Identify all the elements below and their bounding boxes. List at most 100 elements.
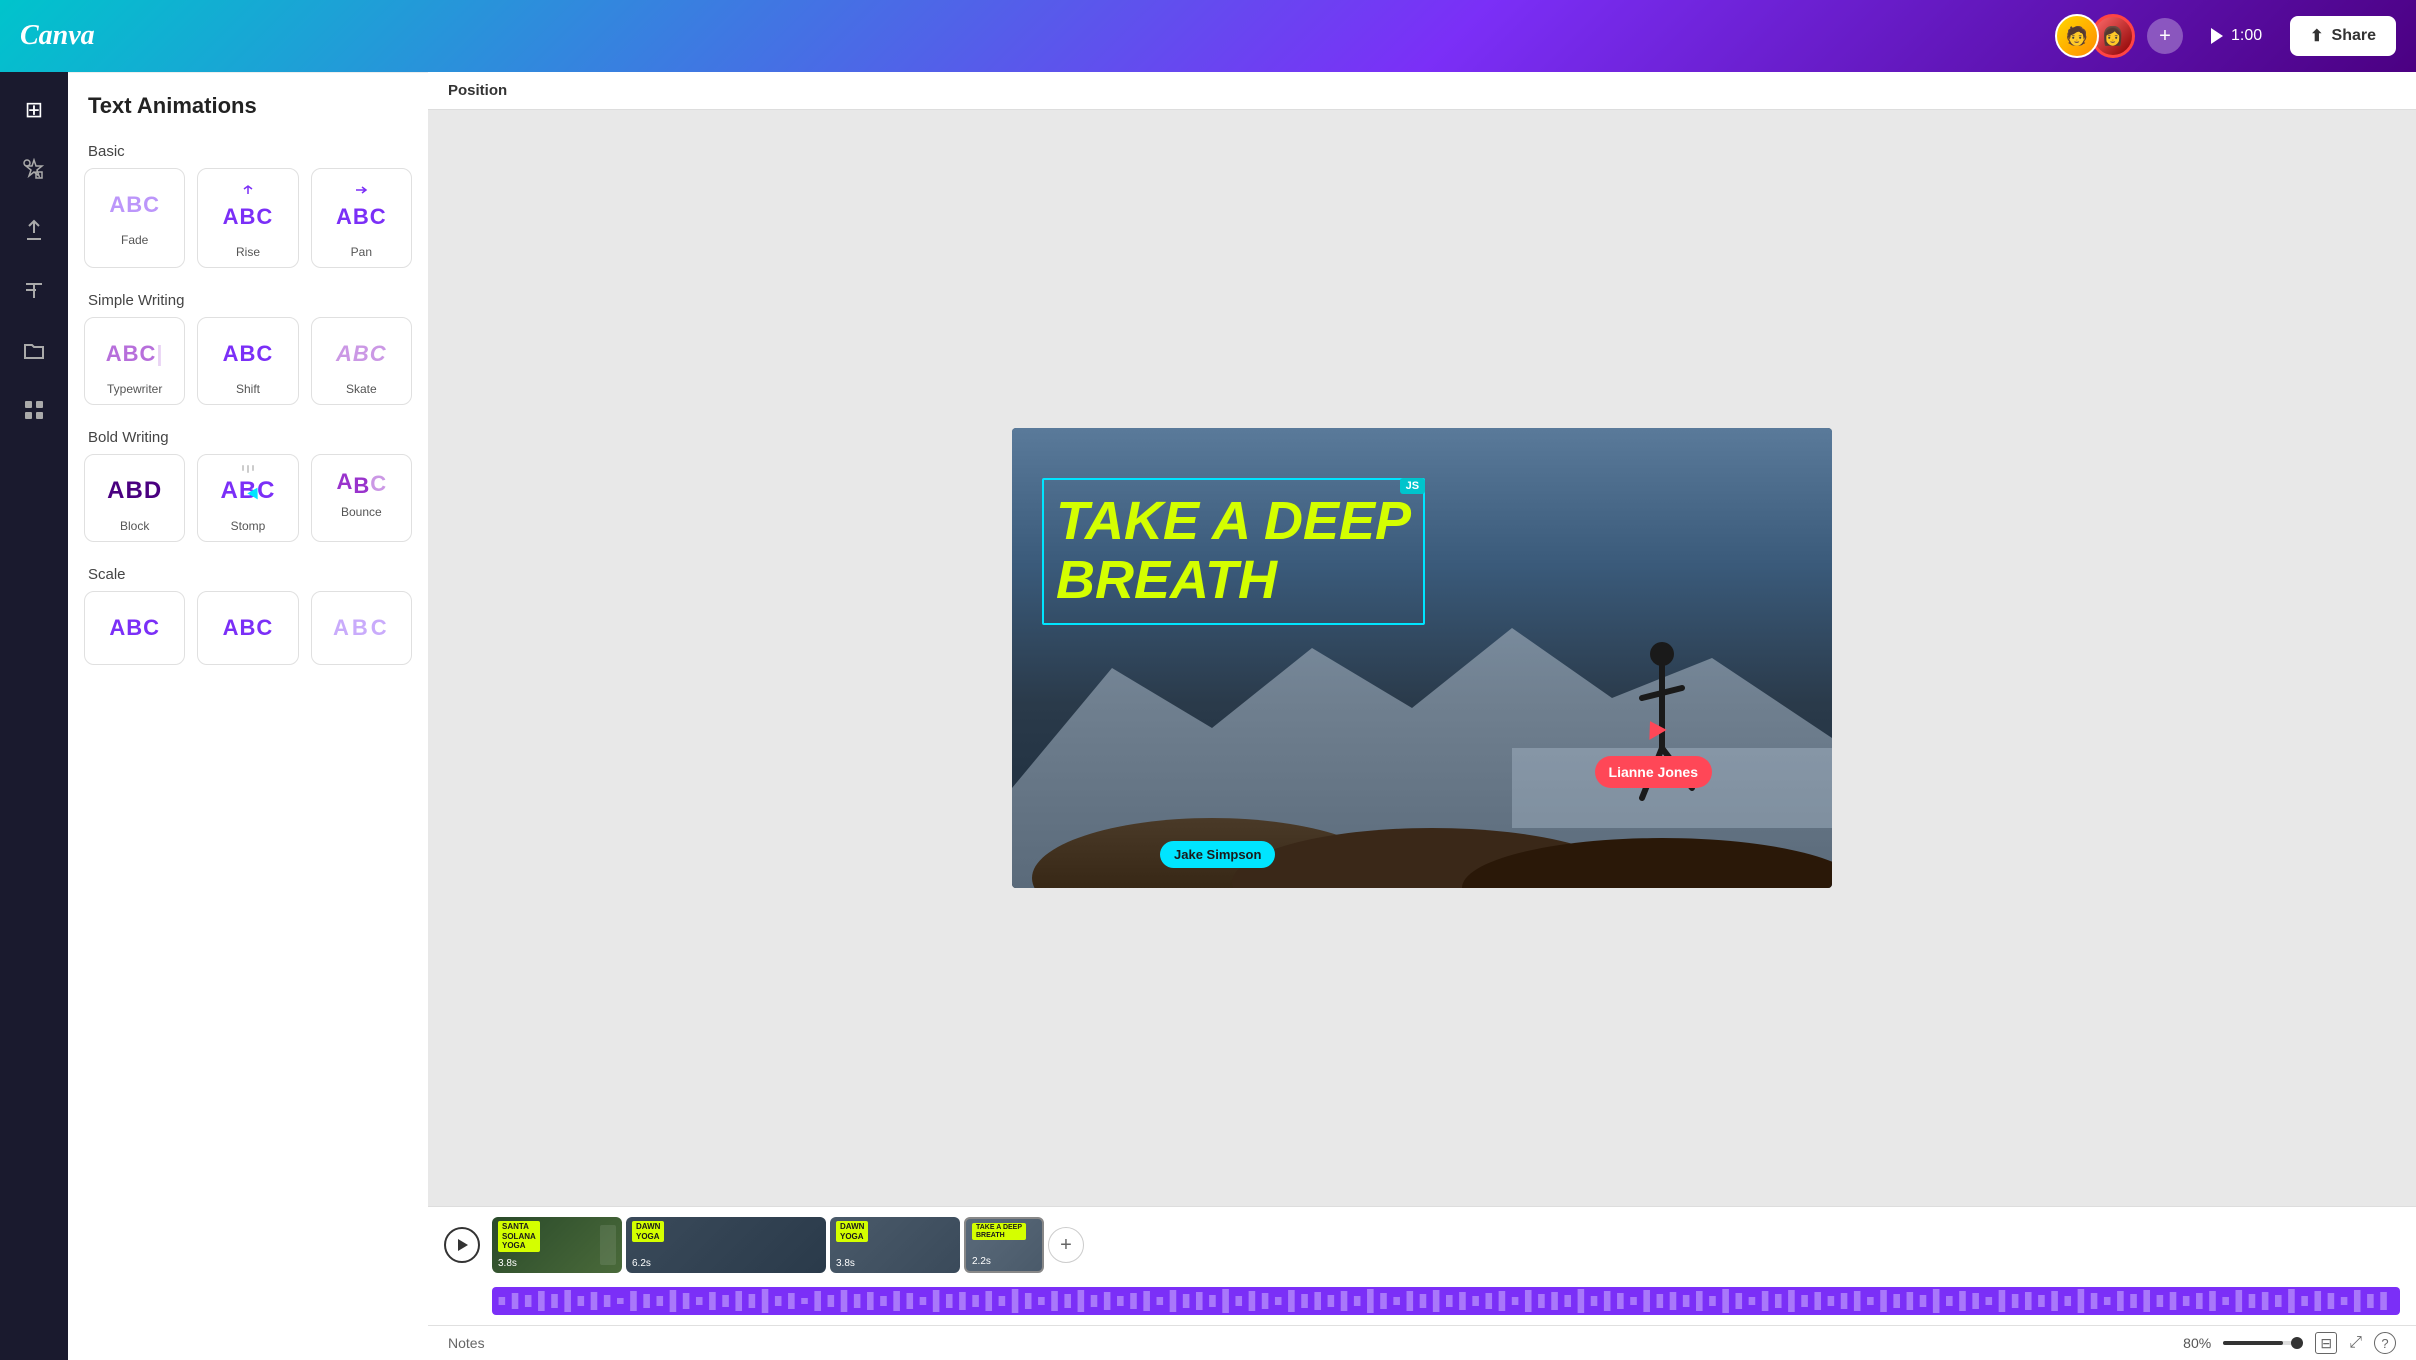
- anim-block-label: Block: [120, 519, 149, 533]
- clip-2-duration: 6.2s: [632, 1258, 651, 1269]
- expand-icon[interactable]: ⤢: [2349, 1334, 2362, 1352]
- avatar-group: 🧑 👩: [2055, 14, 2135, 58]
- header-right: 🧑 👩 + 1:00 ⬆ Share: [2055, 14, 2396, 58]
- anim-scale-a[interactable]: ABC: [84, 591, 185, 665]
- anim-typewriter-label: Typewriter: [107, 382, 162, 396]
- anim-block-text: ABD: [107, 471, 162, 511]
- clip-3-duration: 3.8s: [836, 1258, 855, 1269]
- add-clip-button[interactable]: +: [1048, 1227, 1084, 1263]
- main-layout: ⊞: [0, 72, 2416, 1360]
- clip-3-label: DAWN YOGA: [836, 1221, 868, 1242]
- timeline-area: SANTA SOLANA YOGA 3.8s DAWN YOGA 6.2s DA…: [428, 1206, 2416, 1325]
- anim-pan[interactable]: ABC Pan: [311, 168, 412, 268]
- zoom-thumb[interactable]: [2291, 1337, 2303, 1349]
- anim-stomp-label: Stomp: [231, 519, 266, 533]
- section-simple-writing-label: Simple Writing: [68, 280, 428, 317]
- anim-rise-text: ABC: [223, 197, 274, 237]
- share-button[interactable]: ⬆ Share: [2290, 16, 2396, 56]
- clips-row: SANTA SOLANA YOGA 3.8s DAWN YOGA 6.2s DA…: [492, 1217, 2400, 1273]
- anim-fade[interactable]: ABC Fade: [84, 168, 185, 268]
- collaborator-jake-tooltip: Jake Simpson: [1160, 841, 1275, 868]
- help-icon[interactable]: ?: [2374, 1332, 2396, 1354]
- status-right: 80% ⊟ ⤢ ?: [2183, 1332, 2396, 1354]
- toolbar-upload[interactable]: [8, 204, 60, 256]
- section-scale-label: Scale: [68, 554, 428, 591]
- clip-1-duration: 3.8s: [498, 1258, 517, 1269]
- anim-typewriter[interactable]: ABC| Typewriter: [84, 317, 185, 405]
- section-bold-writing-label: Bold Writing: [68, 417, 428, 454]
- audio-track[interactable]: [492, 1287, 2400, 1315]
- canvas-main-text: TAKE A DEEP BREATH: [1056, 492, 1411, 611]
- anim-scale-c-text: ABC: [333, 608, 390, 648]
- canvas-area: Position: [428, 72, 2416, 1360]
- clip-1[interactable]: SANTA SOLANA YOGA 3.8s: [492, 1217, 622, 1273]
- bold-writing-grid: ABD Block ABC Stomp A: [68, 454, 428, 554]
- clip-1-label: SANTA SOLANA YOGA: [498, 1221, 540, 1252]
- play-button[interactable]: 1:00: [2195, 19, 2278, 53]
- anim-typewriter-text: ABC|: [106, 334, 164, 374]
- anim-pan-text: ABC: [336, 197, 387, 237]
- timeline-play-button[interactable]: [444, 1227, 480, 1263]
- canvas-text-line2: BREATH: [1056, 551, 1411, 610]
- view-toggle-icon[interactable]: ⊟: [2315, 1332, 2337, 1354]
- zoom-slider[interactable]: [2223, 1341, 2303, 1345]
- anim-scale-b-text: ABC: [223, 608, 274, 648]
- toolbar-folder[interactable]: [8, 324, 60, 376]
- anim-stomp[interactable]: ABC Stomp: [197, 454, 298, 542]
- toolbar-apps[interactable]: [8, 384, 60, 436]
- anim-scale-b[interactable]: ABC: [197, 591, 298, 665]
- clip-3[interactable]: DAWN YOGA 3.8s: [830, 1217, 960, 1273]
- collaborator-lianne-tooltip: Lianne Jones: [1595, 756, 1712, 788]
- zoom-fill: [2223, 1341, 2283, 1345]
- clip-2[interactable]: DAWN YOGA 6.2s: [626, 1217, 826, 1273]
- clip-4[interactable]: TAKE A DEEP BREATH 2.2s: [964, 1217, 1044, 1273]
- toolbar-text[interactable]: [8, 264, 60, 316]
- clip-4-duration: 2.2s: [972, 1256, 991, 1267]
- anim-rise-label: Rise: [236, 245, 260, 259]
- timeline-play-icon: [458, 1239, 468, 1251]
- anim-fade-label: Fade: [121, 233, 148, 247]
- add-collaborator-button[interactable]: +: [2147, 18, 2183, 54]
- text-selection-box[interactable]: JS TAKE A DEEP BREATH: [1042, 478, 1425, 625]
- anim-pan-label: Pan: [351, 245, 372, 259]
- toolbar-elements[interactable]: [8, 144, 60, 196]
- clip-1-thumbnail: [600, 1225, 616, 1265]
- canvas-header: Position: [428, 72, 2416, 110]
- playhead-dot: [964, 1217, 972, 1219]
- anim-rise[interactable]: ABC Rise: [197, 168, 298, 268]
- section-basic-label: Basic: [68, 131, 428, 168]
- anim-bounce[interactable]: A B C Bounce: [311, 454, 412, 542]
- anim-shift[interactable]: ABC Shift: [197, 317, 298, 405]
- canvas-viewport[interactable]: JS TAKE A DEEP BREATH Lianne Jones Jake …: [428, 110, 2416, 1206]
- avatar-user1[interactable]: 🧑: [2055, 14, 2099, 58]
- audio-waveform: [492, 1287, 2400, 1315]
- simple-writing-grid: ABC| Typewriter ABC Shift ABC Skate: [68, 317, 428, 417]
- panel-title: Text Animations: [68, 73, 428, 131]
- share-icon: ⬆: [2310, 26, 2323, 46]
- clip-2-label: DAWN YOGA: [632, 1221, 664, 1242]
- canva-logo: Canva: [20, 20, 2055, 52]
- canvas-text-line1: TAKE A DEEP: [1056, 492, 1411, 551]
- basic-animation-grid: ABC Fade ABC Rise ABC: [68, 168, 428, 280]
- rise-arrow-icon: [241, 185, 255, 195]
- zoom-percent: 80%: [2183, 1335, 2211, 1351]
- canvas-frame[interactable]: JS TAKE A DEEP BREATH Lianne Jones Jake …: [1012, 428, 1832, 888]
- position-tab[interactable]: Position: [448, 82, 507, 99]
- anim-skate[interactable]: ABC Skate: [311, 317, 412, 405]
- scale-grid: ABC ABC ABC: [68, 591, 428, 677]
- mountain-svg: [1012, 588, 1832, 888]
- left-toolbar: ⊞: [0, 72, 68, 1360]
- toolbar-layout[interactable]: ⊞: [8, 84, 60, 136]
- notes-label[interactable]: Notes: [448, 1335, 485, 1351]
- anim-bounce-label: Bounce: [341, 505, 382, 519]
- js-badge: JS: [1400, 478, 1425, 494]
- timeline-controls: SANTA SOLANA YOGA 3.8s DAWN YOGA 6.2s DA…: [444, 1217, 2400, 1273]
- anim-shift-label: Shift: [236, 382, 260, 396]
- audio-track-row: [492, 1281, 2400, 1315]
- anim-scale-c[interactable]: ABC: [311, 591, 412, 665]
- anim-shift-text: ABC: [223, 334, 274, 374]
- anim-skate-label: Skate: [346, 382, 377, 396]
- anim-block[interactable]: ABD Block: [84, 454, 185, 542]
- play-time: 1:00: [2231, 27, 2262, 45]
- clip-4-label: TAKE A DEEP BREATH: [972, 1223, 1026, 1240]
